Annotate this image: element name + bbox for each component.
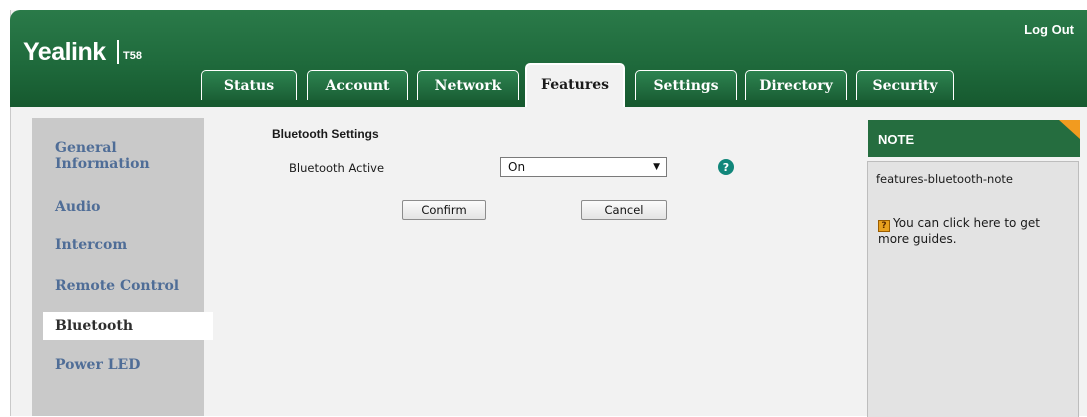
tab-features[interactable]: Features: [525, 63, 625, 107]
sidebar-item-intercom[interactable]: Intercom: [55, 237, 127, 253]
guide-link-text: You can click here to get more guides.: [878, 216, 1040, 246]
guide-link[interactable]: ? You can click here to get more guides.: [878, 216, 1068, 246]
help-icon[interactable]: ?: [718, 159, 734, 175]
sidebar-item-general-information[interactable]: General Information: [55, 140, 165, 172]
cancel-button[interactable]: Cancel: [581, 200, 667, 220]
tab-account[interactable]: Account: [307, 70, 408, 100]
tab-directory[interactable]: Directory: [745, 70, 847, 100]
sidebar-item-remote-control[interactable]: Remote Control: [55, 278, 179, 294]
confirm-button[interactable]: Confirm: [402, 200, 486, 220]
sidebar-item-power-led[interactable]: Power LED: [55, 357, 140, 373]
section-title: Bluetooth Settings: [272, 127, 379, 141]
dropdown-arrow-icon: ▼: [653, 162, 660, 172]
note-panel: [867, 161, 1079, 417]
bluetooth-active-value: On: [508, 160, 526, 174]
tab-settings[interactable]: Settings: [635, 70, 737, 100]
note-corner-icon: [1059, 120, 1080, 139]
tab-status[interactable]: Status: [201, 70, 297, 100]
sidebar-item-bluetooth[interactable]: Bluetooth: [55, 318, 133, 334]
logout-link[interactable]: Log Out: [1024, 22, 1074, 37]
bluetooth-active-select[interactable]: On ▼: [500, 157, 667, 177]
note-title: NOTE: [868, 120, 1080, 157]
tab-security[interactable]: Security: [856, 70, 954, 100]
note-key-text: features-bluetooth-note: [876, 172, 1013, 186]
logo-separator: [117, 40, 119, 64]
bluetooth-active-label: Bluetooth Active: [289, 161, 385, 175]
book-icon: ?: [878, 220, 890, 232]
tab-network[interactable]: Network: [417, 70, 519, 100]
brand-logo: Yealink: [23, 38, 106, 66]
sidebar-item-audio[interactable]: Audio: [55, 199, 101, 215]
model-label: T58: [123, 50, 142, 62]
